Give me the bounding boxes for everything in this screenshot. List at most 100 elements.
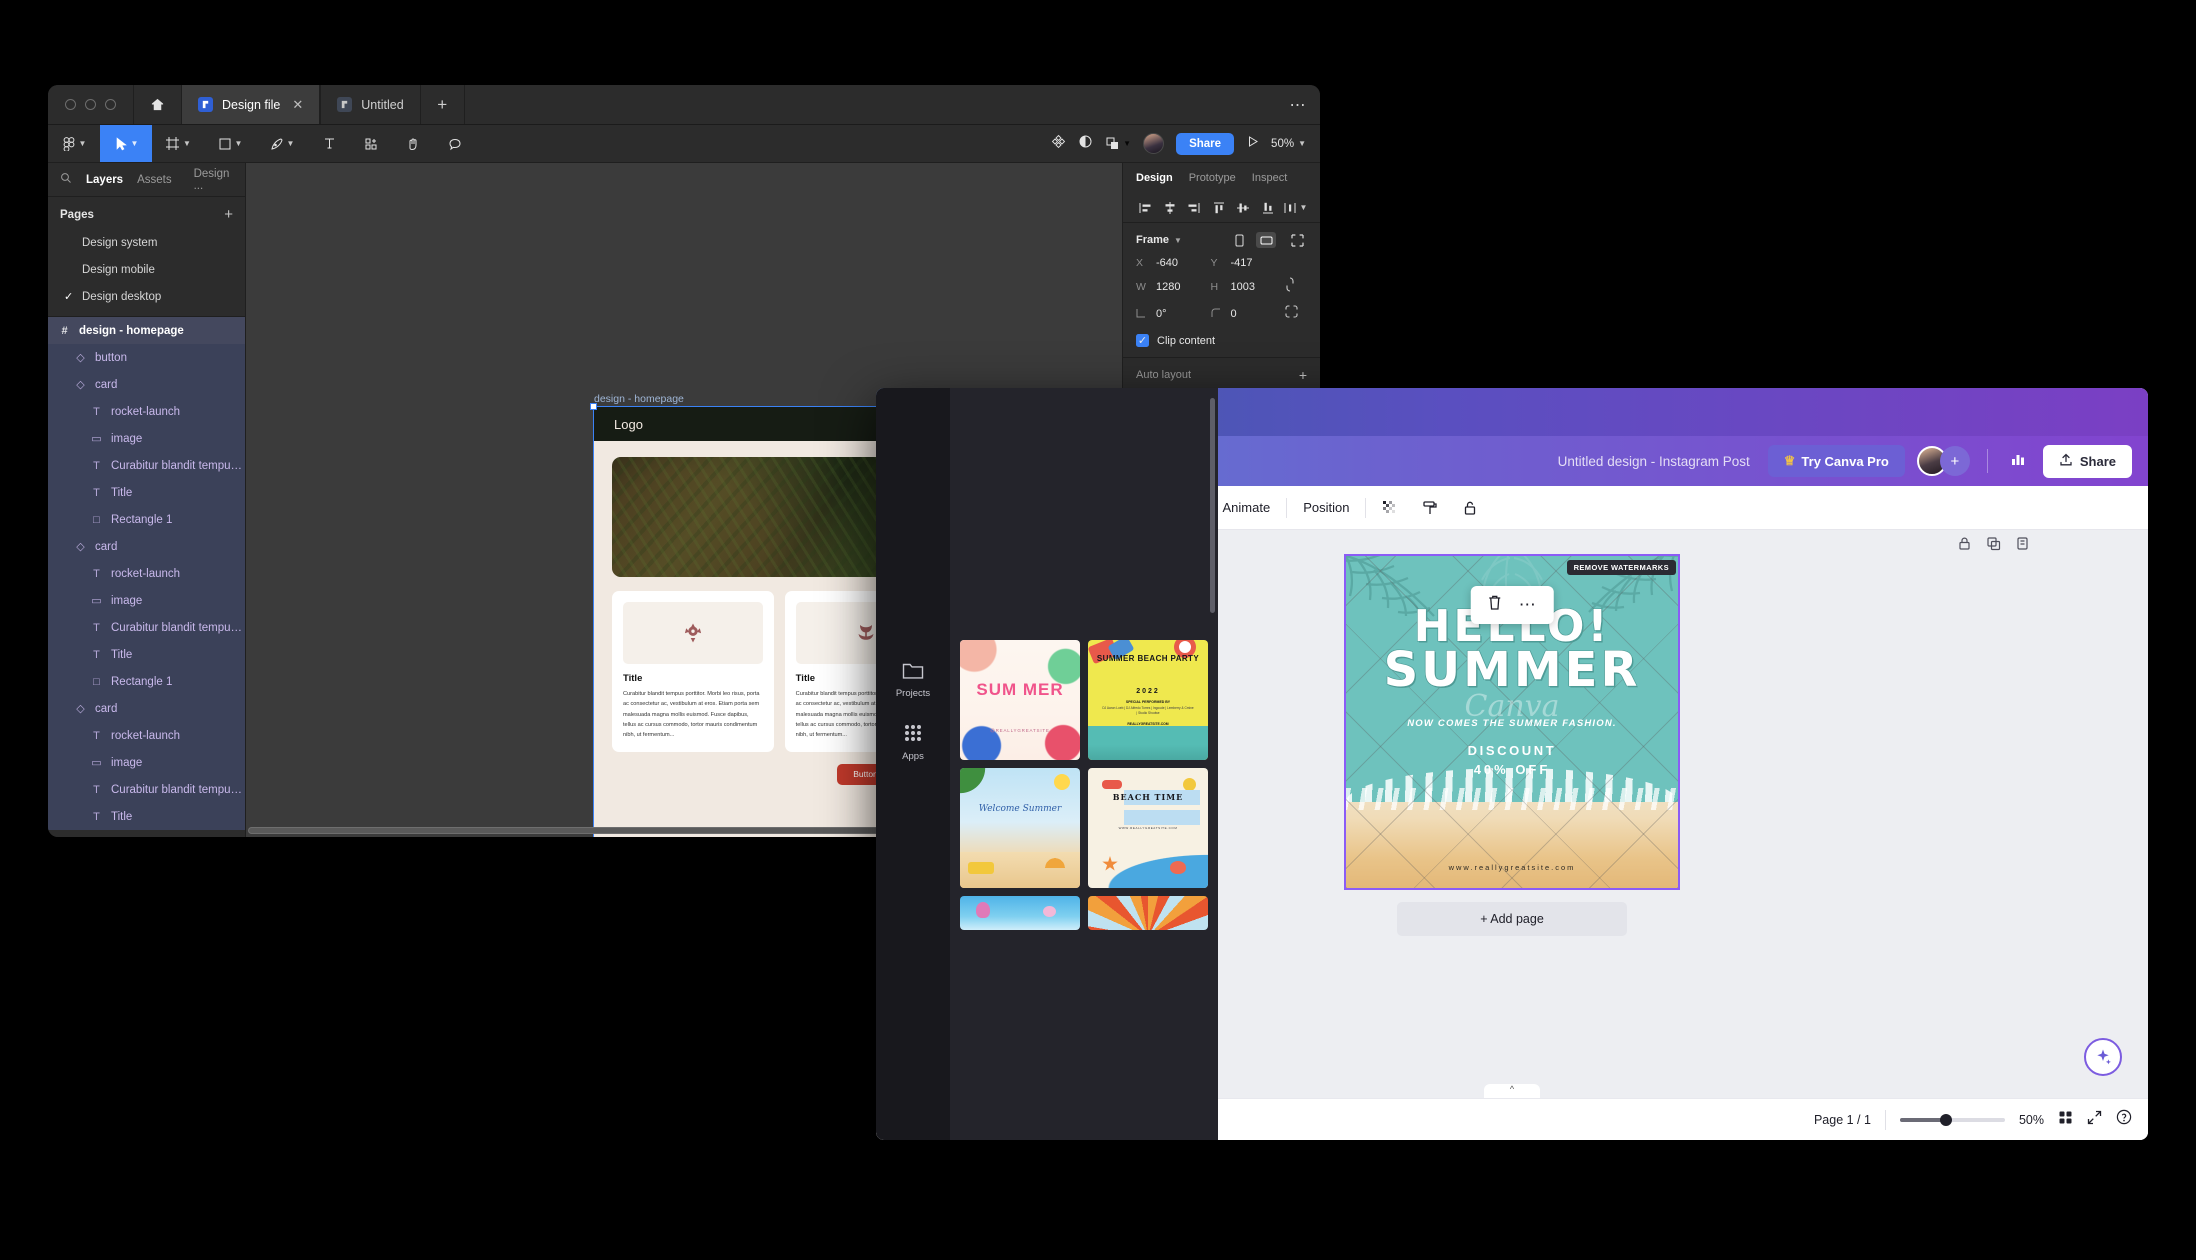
layer-row[interactable]: Trocket-launch <box>48 398 245 425</box>
component-tool[interactable] <box>350 125 392 162</box>
copy-style-icon[interactable] <box>2015 536 2030 554</box>
comment-tool[interactable] <box>434 125 476 162</box>
align-vertical-center-icon[interactable] <box>1231 201 1255 215</box>
tab-prototype[interactable]: Prototype <box>1189 172 1236 184</box>
clip-content-row[interactable]: ✓ Clip content <box>1136 334 1307 347</box>
main-menu-icon[interactable]: ▼ <box>48 125 100 162</box>
align-right-icon[interactable] <box>1182 201 1206 215</box>
magic-sparkle-button[interactable] <box>2084 1038 2122 1076</box>
layer-row-frame[interactable]: # design - homepage <box>48 317 245 344</box>
lock-icon[interactable] <box>1957 536 1972 554</box>
insights-icon[interactable] <box>2005 451 2031 471</box>
duplicate-icon[interactable] <box>1986 536 2001 554</box>
layer-row[interactable]: ◇ button <box>48 344 245 371</box>
tab-inspect[interactable]: Inspect <box>1252 172 1287 184</box>
frame-rotation[interactable]: 0° <box>1136 308 1211 321</box>
frame-y[interactable]: Y -417 <box>1211 257 1286 269</box>
window-menu-icon[interactable]: ⋯ <box>1276 85 1320 124</box>
paint-roller-icon[interactable] <box>1410 500 1450 516</box>
frame-corner-radius[interactable]: 0 <box>1211 308 1286 321</box>
template-card[interactable] <box>960 896 1080 930</box>
add-auto-layout-icon[interactable]: + <box>1299 367 1307 383</box>
layer-row[interactable]: T Curabitur blandit tempus ... <box>48 614 245 641</box>
sidebar-item-apps[interactable]: Apps <box>902 723 924 762</box>
tab-design-file[interactable]: Design file ✕ <box>181 85 321 124</box>
landscape-orientation-icon[interactable] <box>1256 232 1276 248</box>
tab-untitled[interactable]: Untitled <box>320 85 421 124</box>
share-button[interactable]: Share <box>1176 132 1235 155</box>
text-tool[interactable] <box>308 125 350 162</box>
add-page-button[interactable]: + Add page <box>1397 902 1627 936</box>
remove-watermarks-badge[interactable]: REMOVE WATERMARKS <box>1566 560 1676 575</box>
tab-design[interactable]: Design <box>1136 172 1173 184</box>
portrait-orientation-icon[interactable] <box>1229 232 1249 248</box>
hand-tool[interactable] <box>392 125 434 162</box>
close-window-button[interactable] <box>65 99 76 110</box>
more-options-icon[interactable]: ⋯ <box>1519 596 1538 613</box>
layer-row[interactable]: Trocket-launch <box>48 560 245 587</box>
tagline-text[interactable]: NOW COMES THE SUMMER FASHION. <box>1346 718 1678 729</box>
mask-icon[interactable] <box>1078 134 1093 154</box>
layer-row[interactable]: T Title <box>48 641 245 668</box>
zoom-slider[interactable] <box>1899 1113 2005 1126</box>
position-tool[interactable]: Position <box>1291 500 1361 515</box>
frame-height[interactable]: H 1003 <box>1211 281 1286 293</box>
tab-layers[interactable]: Layers <box>86 174 123 186</box>
template-card[interactable] <box>1088 896 1208 930</box>
align-top-icon[interactable] <box>1206 201 1230 215</box>
layer-row[interactable]: ◇ card <box>48 371 245 398</box>
constrain-proportions-icon[interactable] <box>1285 277 1307 297</box>
layer-row[interactable]: T Title <box>48 803 245 830</box>
template-card[interactable]: BEACH TIME WWW.REALLYGREATSITE.COM <box>1088 768 1208 888</box>
zoom-level-dropdown[interactable]: 50% ▼ <box>1271 138 1306 150</box>
trash-icon[interactable] <box>1487 594 1503 616</box>
grid-view-icon[interactable] <box>2058 1110 2073 1130</box>
new-tab-button[interactable]: + <box>421 85 465 124</box>
help-circle-icon[interactable] <box>2116 1109 2132 1130</box>
frame-tool[interactable]: ▼ <box>152 125 204 162</box>
design-page[interactable]: HELLO! SUMMER Canva NOW COMES THE SUMMER… <box>1344 554 1680 890</box>
resize-handle-tl[interactable] <box>590 403 597 410</box>
layers-list[interactable]: # design - homepage ◇ button ◇ card Trocket-la… <box>48 316 245 837</box>
layer-row[interactable]: □ Rectangle 1 <box>48 506 245 533</box>
home-icon[interactable] <box>133 85 181 124</box>
layer-row[interactable]: ▭ image <box>48 425 245 452</box>
page-item-design-system[interactable]: Design system <box>48 229 245 256</box>
components-icon[interactable] <box>1051 134 1066 154</box>
page-item-design-desktop[interactable]: ✓ Design desktop <box>48 283 245 310</box>
chevron-down-icon[interactable]: ▼ <box>1174 236 1182 245</box>
frame-label[interactable]: design - homepage <box>594 393 684 405</box>
search-icon[interactable] <box>60 171 72 189</box>
template-card[interactable]: Welcome Summer <box>960 768 1080 888</box>
expand-icon[interactable] <box>2087 1110 2102 1130</box>
tab-design-library[interactable]: Design ... <box>194 168 230 192</box>
resize-to-fit-icon[interactable] <box>1287 232 1307 248</box>
website-text[interactable]: www.reallygreatsite.com <box>1346 863 1678 872</box>
add-page-icon[interactable]: + <box>224 206 233 223</box>
layer-row[interactable]: ◇ card <box>48 695 245 722</box>
template-card[interactable]: SUM MER @REALLYGREATSITE <box>960 640 1080 760</box>
distribute-icon[interactable]: ▼ <box>1280 201 1310 215</box>
sidebar-item-projects[interactable]: Projects <box>896 660 930 699</box>
close-tab-icon[interactable]: ✕ <box>292 97 303 113</box>
discount-value[interactable]: 40% OFF <box>1346 762 1678 777</box>
align-left-icon[interactable] <box>1133 201 1157 215</box>
page-item-design-mobile[interactable]: Design mobile <box>48 256 245 283</box>
layer-row[interactable]: ◇ card <box>48 533 245 560</box>
layer-row[interactable]: ▭ image <box>48 587 245 614</box>
canva-templates-panel[interactable]: SUM MER @REALLYGREATSITE SUMMER BEACH PA… <box>950 388 1218 1140</box>
shape-tool[interactable]: ▼ <box>204 125 256 162</box>
card[interactable]: Title Curabitur blandit tempus porttitor… <box>612 591 774 752</box>
zoom-level[interactable]: 50% <box>2019 1113 2044 1127</box>
layer-row[interactable]: T Title <box>48 479 245 506</box>
frame-width[interactable]: W 1280 <box>1136 281 1211 293</box>
document-title[interactable]: Untitled design - Instagram Post <box>1558 454 1750 469</box>
avatar[interactable] <box>1143 133 1165 154</box>
share-button[interactable]: Share <box>2042 444 2132 478</box>
layer-row[interactable]: T Curabitur blandit tempus ... <box>48 452 245 479</box>
template-card[interactable]: SUMMER BEACH PARTY 2022 SPECIAL PERFORME… <box>1088 640 1208 760</box>
maximize-window-button[interactable] <box>105 99 116 110</box>
pen-tool[interactable]: ▼ <box>256 125 308 162</box>
layer-row[interactable]: T Curabitur blandit tempus ... <box>48 776 245 803</box>
tab-assets[interactable]: Assets <box>137 174 172 186</box>
